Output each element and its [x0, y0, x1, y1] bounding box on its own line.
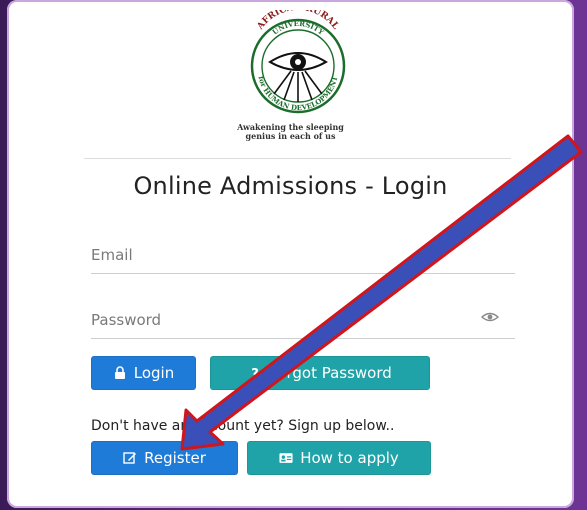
- register-button[interactable]: Register: [91, 441, 238, 475]
- question-icon: ?: [251, 367, 259, 380]
- page-title: Online Admissions - Login: [133, 172, 448, 200]
- email-input[interactable]: [91, 237, 515, 274]
- register-label: Register: [144, 449, 206, 467]
- eye-icon[interactable]: [481, 310, 499, 324]
- page-background: AFRICAN RURAL UNIVERSITY for HUMAN DEVEL…: [0, 0, 587, 510]
- logo-motto: Awakening the sleeping genius in each of…: [7, 123, 574, 141]
- how-to-apply-button[interactable]: How to apply: [247, 441, 431, 475]
- university-seal-icon: AFRICAN RURAL UNIVERSITY for HUMAN DEVEL…: [250, 10, 346, 114]
- motto-line-2: genius in each of us: [245, 131, 336, 141]
- lock-icon: [114, 366, 125, 379]
- signup-prompt: Don't have an account yet? Sign up below…: [91, 418, 395, 434]
- login-button[interactable]: Login: [91, 356, 196, 390]
- svg-text:?: ?: [251, 367, 259, 380]
- login-card: AFRICAN RURAL UNIVERSITY for HUMAN DEVEL…: [7, 0, 574, 508]
- forgot-password-button[interactable]: ? Forgot Password: [210, 356, 430, 390]
- divider: [84, 158, 511, 159]
- edit-icon: [123, 452, 137, 464]
- university-logo: AFRICAN RURAL UNIVERSITY for HUMAN DEVEL…: [7, 0, 574, 152]
- login-label: Login: [133, 364, 175, 382]
- id-card-icon: [279, 453, 293, 463]
- how-to-apply-label: How to apply: [300, 449, 399, 467]
- password-input[interactable]: [91, 302, 515, 339]
- forgot-password-label: Forgot Password: [269, 364, 392, 382]
